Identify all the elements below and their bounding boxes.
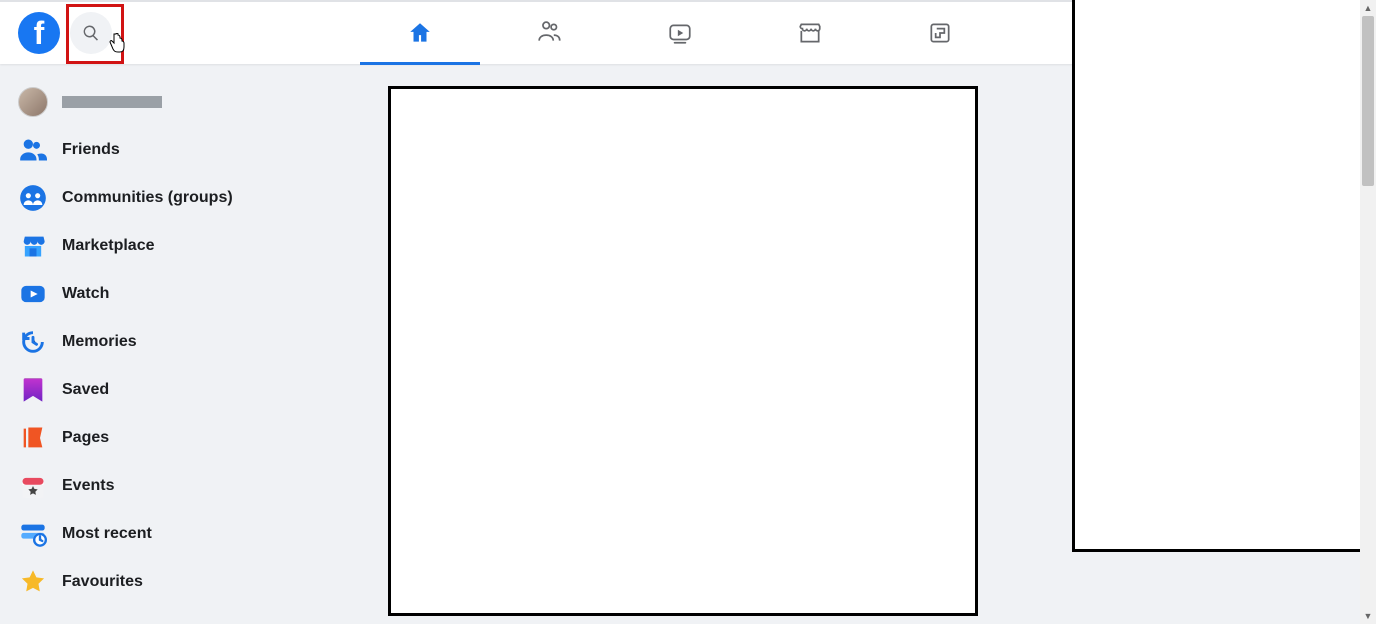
main-feed-placeholder: [388, 86, 978, 616]
marketplace-icon: [797, 20, 823, 46]
sidebar-item-label: Memories: [62, 333, 137, 351]
sidebar-item-label: Communities (groups): [62, 189, 233, 207]
search-button[interactable]: [70, 12, 112, 54]
recent-icon: [18, 519, 48, 549]
sidebar-item-label: Friends: [62, 141, 120, 159]
vertical-scrollbar[interactable]: ▲ ▼: [1360, 0, 1376, 624]
friends-icon: [537, 20, 563, 46]
memories-icon: [18, 327, 48, 357]
nav-watch[interactable]: [615, 1, 745, 65]
nav-gaming[interactable]: [875, 1, 1005, 65]
scroll-thumb[interactable]: [1362, 16, 1374, 186]
sidebar-item-label: Watch: [62, 285, 109, 303]
groups-icon: [18, 183, 48, 213]
nav-home[interactable]: [355, 1, 485, 65]
sidebar-item-memories[interactable]: Memories: [8, 318, 348, 366]
sidebar-item-events[interactable]: Events: [8, 462, 348, 510]
watch-icon: [18, 279, 48, 309]
pointer-cursor-icon: [109, 33, 125, 53]
search-icon: [82, 24, 100, 42]
sidebar-item-label: Saved: [62, 381, 109, 399]
sidebar-item-profile[interactable]: [8, 78, 348, 126]
nav-friends[interactable]: [485, 1, 615, 65]
pages-icon: [18, 423, 48, 453]
sidebar-item-communities[interactable]: Communities (groups): [8, 174, 348, 222]
facebook-logo-letter: f: [34, 15, 45, 52]
left-sidebar: Friends Communities (groups) Marketplace…: [8, 78, 348, 606]
sidebar-item-label: Most recent: [62, 525, 152, 543]
sidebar-item-friends[interactable]: Friends: [8, 126, 348, 174]
saved-icon: [18, 375, 48, 405]
gaming-icon: [927, 20, 953, 46]
sidebar-item-label: Events: [62, 477, 114, 495]
sidebar-item-label: Pages: [62, 429, 109, 447]
sidebar-item-favourites[interactable]: Favourites: [8, 558, 348, 606]
avatar: [18, 87, 48, 117]
sidebar-item-label: Marketplace: [62, 237, 155, 255]
sidebar-item-pages[interactable]: Pages: [8, 414, 348, 462]
sidebar-item-most-recent[interactable]: Most recent: [8, 510, 348, 558]
nav-marketplace[interactable]: [745, 1, 875, 65]
top-nav: [355, 1, 1005, 65]
facebook-logo[interactable]: f: [18, 12, 60, 54]
friends-icon: [18, 135, 48, 165]
profile-name-placeholder: [62, 96, 162, 108]
header-left: f: [0, 12, 112, 54]
sidebar-item-watch[interactable]: Watch: [8, 270, 348, 318]
watch-icon: [667, 20, 693, 46]
scroll-up-arrow-icon[interactable]: ▲: [1360, 0, 1376, 16]
sidebar-item-saved[interactable]: Saved: [8, 366, 348, 414]
right-panel-placeholder: [1072, 0, 1364, 552]
sidebar-item-label: Favourites: [62, 573, 143, 591]
sidebar-item-marketplace[interactable]: Marketplace: [8, 222, 348, 270]
favourites-icon: [18, 567, 48, 597]
scroll-down-arrow-icon[interactable]: ▼: [1360, 608, 1376, 624]
marketplace-icon: [18, 231, 48, 261]
events-icon: [18, 471, 48, 501]
home-icon: [407, 20, 433, 46]
